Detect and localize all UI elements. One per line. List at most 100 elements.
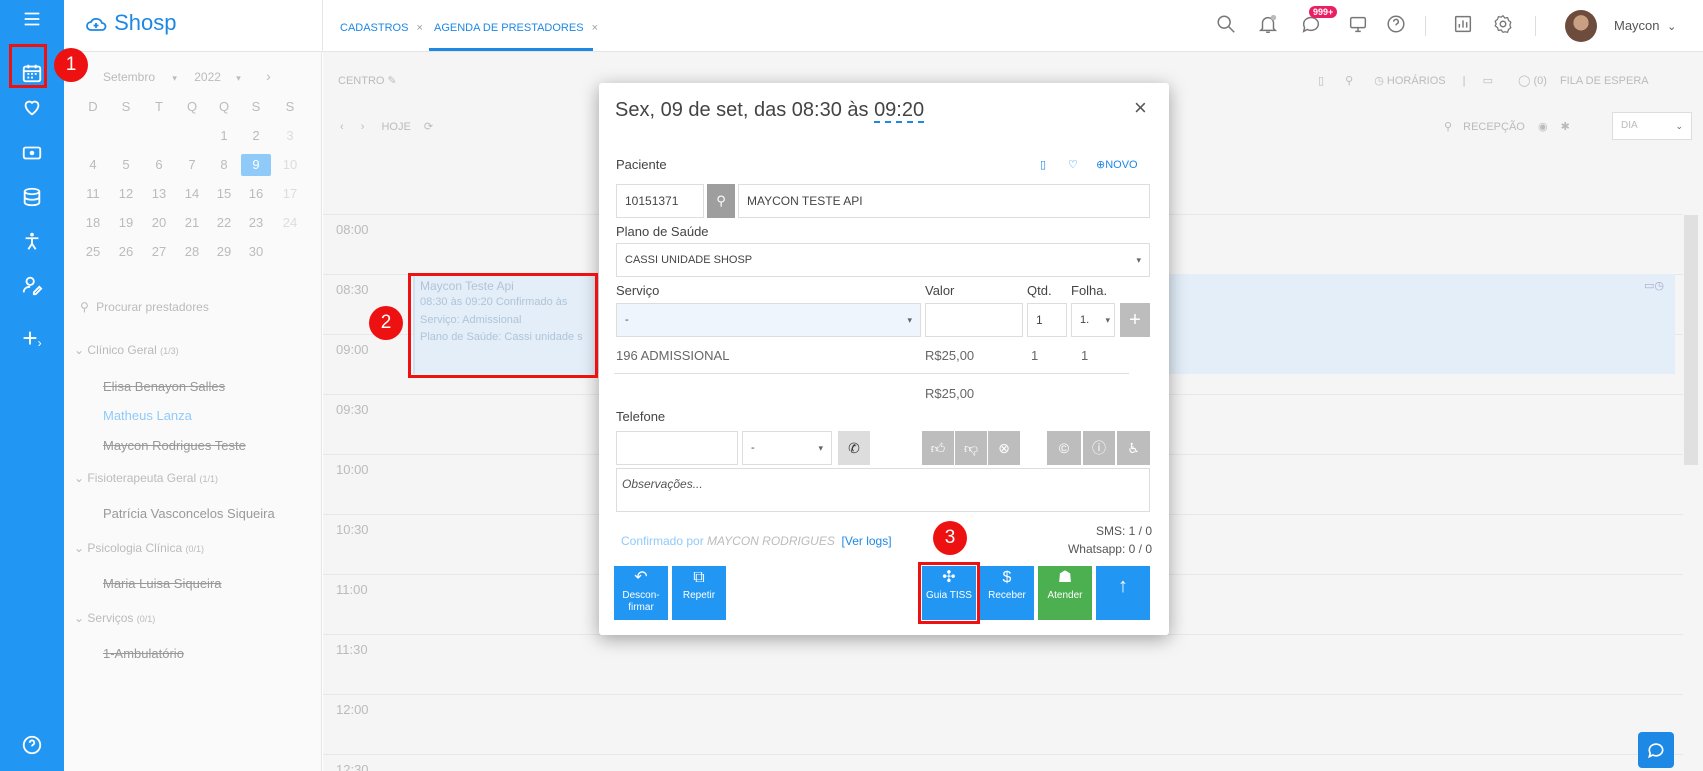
menu-icon[interactable] — [12, 0, 52, 38]
provider-item[interactable]: Elisa Benayon Salles — [103, 379, 225, 394]
calendar-day[interactable]: 30 — [241, 241, 271, 263]
refresh-icon[interactable]: ⟳ — [424, 121, 433, 133]
calendar-day[interactable]: 1 — [209, 125, 239, 147]
calendar-day[interactable]: 2 — [241, 125, 271, 147]
ver-logs-link[interactable]: [Ver logs] — [842, 534, 892, 548]
plano-select[interactable]: CASSI UNIDADE SHOSP ▾ — [616, 243, 1150, 277]
end-time-editable[interactable]: 09:20 — [874, 99, 925, 123]
search-providers[interactable]: ⚲ Procurar prestadores — [80, 300, 209, 314]
avatar[interactable] — [1565, 10, 1597, 42]
calendar-day[interactable]: 26 — [111, 241, 141, 263]
calendar-day[interactable]: 3 — [275, 125, 305, 147]
valor-input[interactable] — [925, 303, 1023, 337]
group-psicologia[interactable]: ⌄ Psicologia Clínica (0/1) — [74, 541, 204, 555]
provider-item[interactable]: Patrícia Vasconcelos Siqueira — [103, 506, 275, 521]
calendar-day[interactable]: 10 — [275, 154, 305, 176]
observacoes-textarea[interactable]: Observações... — [616, 468, 1150, 512]
provider-item[interactable]: 1-Ambulatório — [103, 646, 184, 661]
report-icon[interactable] — [1450, 13, 1476, 39]
receber-button[interactable]: $ Receber — [980, 566, 1034, 620]
search-icon[interactable]: ⚲ — [1444, 121, 1452, 133]
help-circle-icon[interactable] — [1383, 13, 1409, 39]
calendar-day[interactable]: 17 — [275, 183, 305, 205]
servico-select[interactable]: - ▾ — [616, 303, 921, 337]
gear-icon[interactable]: ✱ — [1561, 121, 1570, 133]
calendar-day[interactable]: 9 — [241, 154, 271, 176]
calendar-day[interactable]: 8 — [209, 154, 239, 176]
chevron-right-icon[interactable]: › — [266, 68, 271, 84]
calendar-day[interactable]: 5 — [111, 154, 141, 176]
heart-icon[interactable]: ♡ — [1068, 158, 1078, 171]
info-button[interactable]: ⓘ — [1083, 431, 1115, 465]
calendar-day[interactable]: 7 — [177, 154, 207, 176]
repetir-button[interactable]: ⧉ Repetir — [672, 566, 726, 620]
calendar-day[interactable]: 12 — [111, 183, 141, 205]
today-button[interactable]: HOJE — [381, 121, 410, 133]
calendar-day[interactable]: 15 — [209, 183, 239, 205]
calendar-day[interactable]: 6 — [144, 154, 174, 176]
patient-name-field[interactable]: MAYCON TESTE API — [738, 184, 1150, 218]
thumbs-down-button[interactable]: 👎︎ — [955, 431, 987, 465]
search-icon[interactable] — [1213, 13, 1239, 39]
database-icon[interactable] — [12, 176, 52, 216]
month-select[interactable]: Setembro — [103, 70, 155, 84]
heart-icon[interactable] — [12, 86, 52, 126]
clock-icon[interactable]: ◷ — [1374, 75, 1384, 87]
fila-espera-button[interactable]: FILA DE ESPERA — [1560, 75, 1649, 87]
calendar-day[interactable]: 23 — [241, 212, 271, 234]
bell-icon[interactable] — [1255, 13, 1281, 39]
calendar-day[interactable]: 11 — [78, 183, 108, 205]
year-select[interactable]: 2022 — [194, 70, 221, 84]
add-service-button[interactable]: + — [1120, 303, 1150, 337]
tab-agenda-de-prestadores[interactable]: AGENDA DE PRESTADORES × — [434, 22, 598, 34]
calendar-day[interactable]: 18 — [78, 212, 108, 234]
novo-paciente-button[interactable]: ⊕NOVO — [1096, 158, 1138, 171]
monitor-icon[interactable] — [1345, 13, 1371, 39]
card-icon[interactable]: ▯ — [1040, 158, 1046, 171]
thumbs-up-button[interactable]: 👍︎ — [922, 431, 954, 465]
calendar-day[interactable]: 20 — [144, 212, 174, 234]
calendar-day[interactable]: 28 — [177, 241, 207, 263]
close-icon[interactable]: × — [416, 22, 422, 34]
accessibility-icon[interactable] — [12, 220, 52, 260]
horarios-button[interactable]: HORÁRIOS — [1387, 75, 1446, 87]
user-edit-icon[interactable] — [12, 264, 52, 304]
patient-id-field[interactable]: 10151371 — [616, 184, 704, 218]
recepcao-label[interactable]: RECEPÇÃO — [1463, 121, 1525, 133]
group-clinico-geral[interactable]: ⌄ Clínico Geral (1/3) — [74, 343, 179, 357]
help-icon[interactable] — [12, 724, 52, 764]
desconfirmar-button[interactable]: ↶ Descon- firmar — [614, 566, 668, 620]
view-select[interactable]: DIA ⌄ — [1612, 112, 1692, 140]
calendar-day[interactable]: 29 — [209, 241, 239, 263]
user-menu[interactable]: Maycon ⌄ — [1614, 18, 1676, 33]
calendar-day[interactable]: 24 — [275, 212, 305, 234]
provider-item[interactable]: Maria Luisa Siqueira — [103, 576, 222, 591]
tab-cadastros[interactable]: CADASTROS × — [340, 22, 423, 34]
scrollbar[interactable] — [1684, 215, 1698, 465]
eye-icon[interactable]: ◉ — [1538, 121, 1548, 133]
chevron-left-icon[interactable]: ‹ — [340, 121, 344, 133]
add-icon[interactable]: +› — [12, 318, 52, 358]
chat-icon[interactable]: ◯ — [1518, 75, 1530, 87]
calendar-day[interactable]: 4 — [78, 154, 108, 176]
chevron-right-icon[interactable]: › — [361, 121, 365, 133]
calendar-day[interactable]: 14 — [177, 183, 207, 205]
folha-select[interactable]: 1. ▾ — [1071, 303, 1115, 337]
money-icon[interactable] — [12, 132, 52, 172]
search-icon[interactable]: ⚲ — [1345, 75, 1353, 87]
provider-item[interactable]: Maycon Rodrigues Teste — [103, 438, 246, 453]
logo[interactable]: Shosp — [84, 10, 177, 36]
qtd-input[interactable]: 1 — [1027, 303, 1067, 337]
group-servicos[interactable]: ⌄ Serviços (0/1) — [74, 611, 155, 625]
close-icon[interactable]: × — [592, 22, 598, 34]
gear-icon[interactable] — [1490, 13, 1516, 39]
cancel-button[interactable]: ⊗ — [988, 431, 1020, 465]
calendar-day[interactable]: 25 — [78, 241, 108, 263]
monitor-icon[interactable]: ▭ — [1483, 75, 1493, 87]
scroll-up-button[interactable]: ↑ — [1096, 566, 1150, 620]
video-icon[interactable]: ▭◷ — [1644, 279, 1664, 292]
atender-button[interactable]: ☗ Atender — [1038, 566, 1092, 620]
centro-selector[interactable]: CENTRO ✎ — [338, 74, 397, 87]
provider-item[interactable]: Matheus Lanza — [103, 408, 192, 423]
calendar-day[interactable]: 22 — [209, 212, 239, 234]
